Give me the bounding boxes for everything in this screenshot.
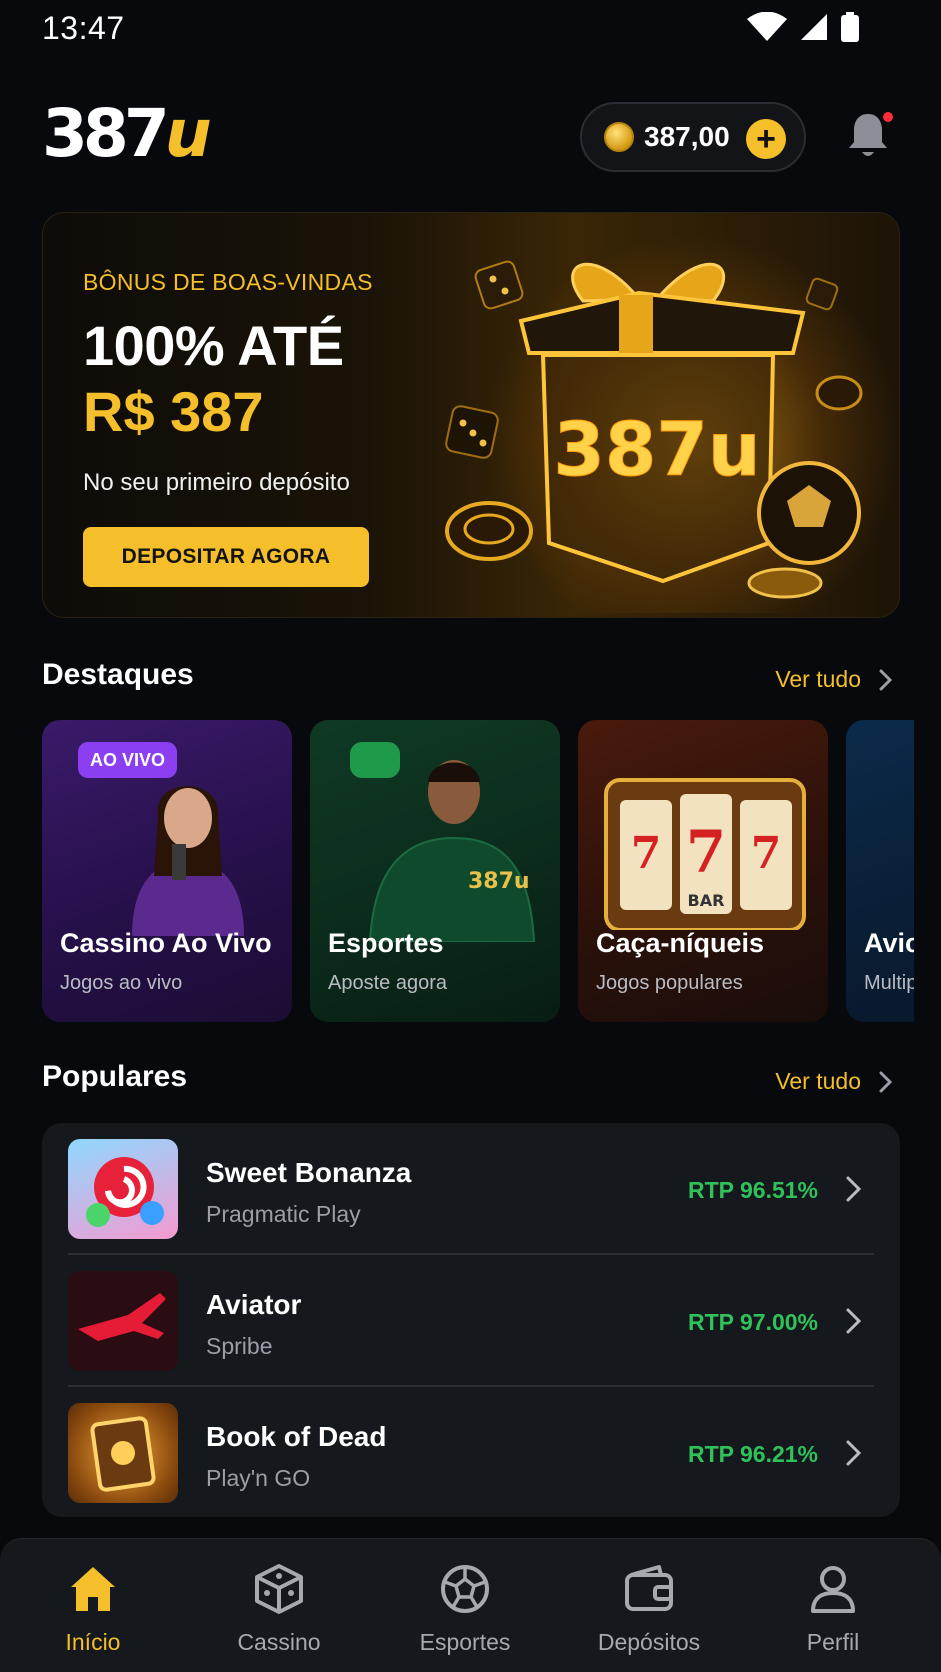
featured-card-title: Avic — [864, 928, 914, 958]
logo-number: 387 — [42, 95, 170, 172]
soccer-ball-icon — [441, 1565, 489, 1613]
coin-icon — [604, 122, 634, 152]
list-item[interactable]: Book of Dead Play'n GO RTP 96.21% — [42, 1387, 900, 1517]
popular-see-all-link[interactable]: Ver tudo — [775, 1068, 861, 1095]
game-name: Book of Dead — [206, 1421, 387, 1452]
popular-games-list: Sweet Bonanza Pragmatic Play RTP 96.51% … — [42, 1123, 900, 1517]
svg-text:7: 7 — [686, 818, 726, 886]
bottom-navigation: Início Cassino Esportes Depósitos Perfil — [0, 1538, 941, 1672]
list-item[interactable]: Sweet Bonanza Pragmatic Play RTP 96.51% — [42, 1123, 900, 1253]
game-provider: Spribe — [206, 1333, 273, 1359]
book-of-dead-thumbnail — [68, 1403, 178, 1503]
logo-suffix: u — [164, 95, 212, 172]
wifi-icon — [747, 12, 787, 41]
game-name: Aviator — [206, 1289, 302, 1320]
chevron-right-icon — [846, 1440, 862, 1466]
game-provider: Play'n GO — [206, 1465, 311, 1491]
svg-text:7: 7 — [631, 828, 662, 879]
chevron-right-icon — [846, 1176, 862, 1202]
nav-label: Esportes — [419, 1629, 511, 1655]
featured-card-slots[interactable]: 7 7 7 BAR Caça-níqueis Jogos populares — [578, 720, 828, 1022]
nav-label: Início — [65, 1629, 121, 1655]
hero-eyebrow: BÔNUS DE BOAS-VINDAS — [83, 269, 373, 295]
nav-item-deposits[interactable]: Depósitos — [564, 1539, 734, 1672]
popular-section-title: Populares — [42, 1060, 188, 1093]
hero-amount: R$ 387 — [83, 380, 264, 443]
hero-title: 100% ATÉ — [83, 314, 344, 377]
hero-subtitle: No seu primeiro depósito — [83, 469, 350, 496]
dice-icon — [805, 277, 839, 311]
featured-card-subtitle: Multip — [864, 972, 914, 994]
nav-label: Cassino — [237, 1629, 321, 1655]
status-time: 13:47 — [42, 10, 125, 46]
sports-badge-icon — [350, 742, 400, 778]
game-rtp: RTP 97.00% — [688, 1309, 818, 1335]
slot-reel-text: BAR — [688, 891, 725, 910]
featured-card-live-casino[interactable]: AO VIVO Cassino Ao Vivo Jogos ao vivo — [42, 720, 292, 1022]
welcome-bonus-banner[interactable]: 387u BÔNUS DE BOAS-VINDAS 100% ATÉ R$ 38… — [42, 212, 900, 618]
notifications-button[interactable] — [845, 110, 895, 164]
brand-logo[interactable]: 387u — [42, 101, 232, 167]
casino-chip-icon — [815, 375, 863, 411]
featured-card-subtitle: Jogos populares — [596, 972, 743, 994]
live-badge: AO VIVO — [78, 742, 178, 778]
game-name: Sweet Bonanza — [206, 1157, 412, 1188]
status-icons — [747, 12, 859, 42]
nav-item-sports[interactable]: Esportes — [380, 1539, 550, 1672]
dice-icon — [255, 1564, 303, 1614]
nav-label: Depósitos — [597, 1629, 701, 1655]
nav-item-home[interactable]: Início — [8, 1539, 178, 1672]
list-item[interactable]: Aviator Spribe RTP 97.00% — [42, 1255, 900, 1385]
dice-icon — [445, 405, 499, 459]
featured-carousel[interactable]: AO VIVO Cassino Ao Vivo Jogos ao vivo 38… — [42, 720, 914, 1022]
nav-item-profile[interactable]: Perfil — [748, 1539, 918, 1672]
nav-label: Perfil — [806, 1629, 860, 1655]
featured-card-aviator[interactable]: Avic Multip — [846, 720, 914, 1022]
game-rtp: RTP 96.21% — [688, 1441, 818, 1467]
chevron-right-icon — [846, 1308, 862, 1334]
jersey-logo-text: 387u — [468, 869, 530, 894]
box-logo-text: 387u — [553, 407, 760, 493]
chevron-right-icon[interactable] — [873, 668, 897, 692]
casino-chip-icon — [747, 567, 823, 599]
aviator-thumbnail — [68, 1271, 178, 1371]
balance-value: 387,00 — [644, 121, 730, 152]
chevron-right-icon[interactable] — [873, 1070, 897, 1094]
casino-chip-icon — [445, 501, 533, 561]
featured-card-title: Caça-níqueis — [596, 928, 765, 958]
wallet-icon — [625, 1565, 673, 1611]
dice-icon — [474, 260, 524, 310]
featured-section-title: Destaques — [42, 658, 194, 691]
soccer-ball-icon — [757, 461, 861, 565]
gift-box-illustration: 387u — [445, 260, 863, 599]
user-icon — [811, 1566, 855, 1613]
featured-card-title: Cassino Ao Vivo — [60, 928, 272, 958]
svg-text:7: 7 — [751, 828, 782, 879]
deposit-now-button[interactable]: DEPOSITAR AGORA — [83, 527, 369, 587]
sweet-bonanza-thumbnail — [68, 1139, 178, 1239]
nav-item-casino[interactable]: Cassino — [194, 1539, 364, 1672]
home-icon — [71, 1567, 115, 1611]
featured-card-sports[interactable]: 387u Esportes Aposte agora — [310, 720, 560, 1022]
app-header: 387u 387,00 + — [0, 90, 941, 180]
add-funds-button[interactable]: + — [746, 119, 786, 159]
battery-icon — [841, 12, 859, 42]
notification-dot — [883, 112, 893, 122]
balance-pill[interactable]: 387,00 + — [580, 102, 806, 172]
game-provider: Pragmatic Play — [206, 1201, 361, 1227]
status-bar: 13:47 — [0, 0, 941, 58]
featured-card-subtitle: Aposte agora — [328, 972, 447, 994]
live-dealer-illustration — [132, 786, 244, 936]
featured-card-subtitle: Jogos ao vivo — [60, 972, 183, 994]
featured-see-all-link[interactable]: Ver tudo — [775, 666, 861, 693]
featured-card-title: Esportes — [328, 928, 444, 958]
game-rtp: RTP 96.51% — [688, 1177, 818, 1203]
cellular-signal-icon — [801, 14, 827, 40]
slot-machine-illustration: 7 7 7 BAR — [604, 778, 806, 930]
